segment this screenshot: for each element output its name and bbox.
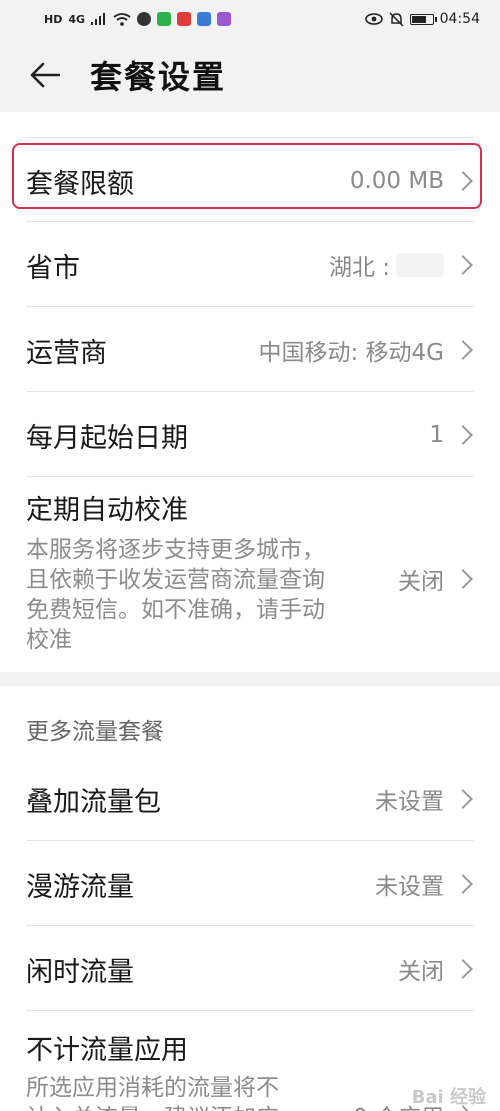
setting-value: 中国移动: 移动4G xyxy=(258,333,474,367)
chevron-right-icon xyxy=(453,340,473,360)
setting-value: 未设置 xyxy=(375,782,474,816)
setting-label: 每月起始日期 xyxy=(26,422,188,454)
chevron-right-icon xyxy=(453,255,473,275)
app-icon-2 xyxy=(157,12,172,26)
setting-province-city[interactable]: 省市 湖北 : xyxy=(26,232,474,298)
setting-month-start[interactable]: 每月起始日期 1 xyxy=(26,402,474,468)
setting-label: 定期自动校准 xyxy=(26,495,188,526)
wifi-icon xyxy=(113,12,131,26)
setting-description: 本服务将逐步支持更多城市， 且依赖于收发运营商流量查询 免费短信。如不准确，请手… xyxy=(26,537,325,653)
app-icon-5 xyxy=(217,12,232,26)
arrow-left-icon xyxy=(30,62,60,88)
signal-icon xyxy=(91,13,106,25)
chevron-right-icon xyxy=(453,425,473,445)
setting-label: 叠加流量包 xyxy=(26,786,161,818)
chevron-right-icon xyxy=(453,789,473,809)
network-type: 4G xyxy=(68,12,86,26)
setting-label: 闲时流量 xyxy=(26,956,134,988)
setting-addon-pack[interactable]: 叠加流量包 未设置 xyxy=(26,766,474,832)
setting-value: 关闭 xyxy=(398,952,474,986)
divider xyxy=(26,840,474,841)
battery-icon xyxy=(409,13,437,25)
divider xyxy=(26,925,474,926)
setting-carrier[interactable]: 运营商 中国移动: 移动4G xyxy=(26,317,474,383)
setting-value: 未设置 xyxy=(375,867,474,901)
setting-value: 关闭 xyxy=(398,562,474,596)
setting-label: 不计流量应用 xyxy=(26,1035,188,1066)
status-bar-left: HD 4G xyxy=(44,12,232,26)
setting-value: 湖北 : xyxy=(329,248,474,282)
redacted-region xyxy=(396,253,444,277)
divider xyxy=(26,391,474,392)
chevron-right-icon xyxy=(453,569,473,589)
setting-text-block: 不计流量应用 所选应用消耗的流量将不 计入总流量，建议添加应 xyxy=(26,1028,279,1111)
app-icon-3 xyxy=(177,12,192,26)
page-title: 套餐设置 xyxy=(90,58,227,96)
section-title: 更多流量套餐 xyxy=(26,719,164,745)
divider xyxy=(26,137,474,138)
chevron-right-icon xyxy=(453,874,473,894)
chevron-right-icon xyxy=(453,959,473,979)
watermark: Bai 经验 xyxy=(411,1087,486,1108)
setting-label: 运营商 xyxy=(26,337,107,369)
setting-label: 漫游流量 xyxy=(26,871,134,903)
divider xyxy=(26,1010,474,1011)
app-header: 套餐设置 xyxy=(0,38,500,112)
app-icon-1 xyxy=(137,12,152,26)
app-icon-4 xyxy=(197,12,212,26)
setting-unmetered-apps[interactable]: 不计流量应用 所选应用消耗的流量将不 计入总流量，建议添加应 0 个应用 xyxy=(26,1028,474,1111)
setting-description: 所选应用消耗的流量将不 计入总流量，建议添加应 xyxy=(26,1075,279,1111)
highlight-box xyxy=(12,143,482,209)
divider xyxy=(26,221,474,222)
status-bar-right: 04:54 xyxy=(364,11,480,27)
hd-indicator: HD xyxy=(44,12,63,26)
status-bar: HD 4G 04:54 xyxy=(0,0,500,38)
divider xyxy=(26,306,474,307)
setting-auto-calibrate[interactable]: 定期自动校准 本服务将逐步支持更多城市， 且依赖于收发运营商流量查询 免费短信。… xyxy=(26,488,474,663)
setting-roaming[interactable]: 漫游流量 未设置 xyxy=(26,851,474,917)
back-button[interactable] xyxy=(0,38,90,112)
eye-icon xyxy=(364,13,383,25)
setting-idle-data[interactable]: 闲时流量 关闭 xyxy=(26,936,474,1002)
setting-text-block: 定期自动校准 本服务将逐步支持更多城市， 且依赖于收发运营商流量查询 免费短信。… xyxy=(26,488,325,655)
setting-value: 1 xyxy=(429,422,474,448)
setting-label: 省市 xyxy=(26,252,80,284)
mute-bell-icon xyxy=(389,11,404,27)
divider xyxy=(26,476,474,477)
clock: 04:54 xyxy=(439,11,480,27)
